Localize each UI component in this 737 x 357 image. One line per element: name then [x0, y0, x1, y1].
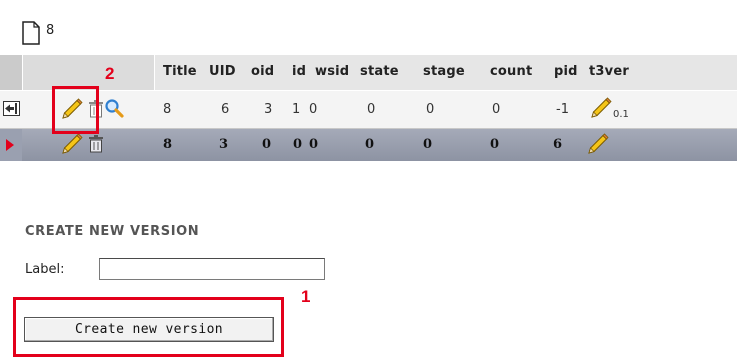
cell-stage: 0	[423, 137, 433, 152]
label-caption: Label:	[25, 262, 65, 277]
cell-title: 8	[163, 102, 172, 117]
cell-pid: 6	[553, 137, 563, 152]
cell-id: 0	[293, 137, 303, 152]
swap-version-icon[interactable]	[3, 101, 20, 116]
col-oid: oid	[251, 64, 275, 79]
col-t3ver: t3ver	[589, 64, 629, 79]
cell-pid: -1	[556, 102, 569, 117]
annotation-marker-2: 2	[105, 64, 115, 83]
cell-count: 0	[490, 137, 500, 152]
cell-state: 0	[365, 137, 375, 152]
t3ver-value: 0.1	[613, 109, 629, 120]
red-arrow-icon	[6, 139, 14, 151]
table-row: 8 3 0 0 0 0 0 0 6	[0, 129, 737, 161]
col-count: count	[490, 64, 533, 79]
col-pid: pid	[554, 64, 578, 79]
col-uid: UID	[209, 64, 236, 79]
page-icon	[22, 21, 40, 45]
col-stage: stage	[423, 64, 465, 79]
col-title: Title	[163, 64, 197, 79]
cell-id: 1	[292, 102, 301, 117]
trash-icon[interactable]	[88, 135, 104, 153]
cell-uid: 6	[221, 102, 230, 117]
magnifier-icon[interactable]	[104, 98, 124, 118]
col-id: id	[292, 64, 307, 79]
cell-stage: 0	[426, 102, 435, 117]
cell-oid: 0	[262, 137, 272, 152]
cell-oid: 3	[264, 102, 273, 117]
col-wsid: wsid	[315, 64, 350, 79]
table-row: 8 6 3 1 0 0 0 0 -1 0.1	[0, 91, 737, 129]
cell-title: 8	[163, 137, 173, 152]
annotation-marker-1: 1	[301, 287, 311, 306]
pencil-edit-icon[interactable]	[589, 97, 613, 119]
cell-uid: 3	[219, 137, 229, 152]
section-title: CREATE NEW VERSION	[25, 224, 200, 239]
cell-wsid: 0	[309, 102, 318, 117]
pencil-edit-icon[interactable]	[586, 133, 610, 155]
cell-count: 0	[492, 102, 501, 117]
create-new-version-button[interactable]: Create new version	[24, 317, 274, 342]
col-state: state	[360, 64, 399, 79]
cell-wsid: 0	[309, 137, 319, 152]
pencil-edit-icon[interactable]	[60, 133, 84, 155]
record-id: 8	[46, 23, 55, 38]
label-input[interactable]	[99, 258, 325, 280]
annotation-box-2	[52, 86, 99, 134]
cell-state: 0	[367, 102, 376, 117]
